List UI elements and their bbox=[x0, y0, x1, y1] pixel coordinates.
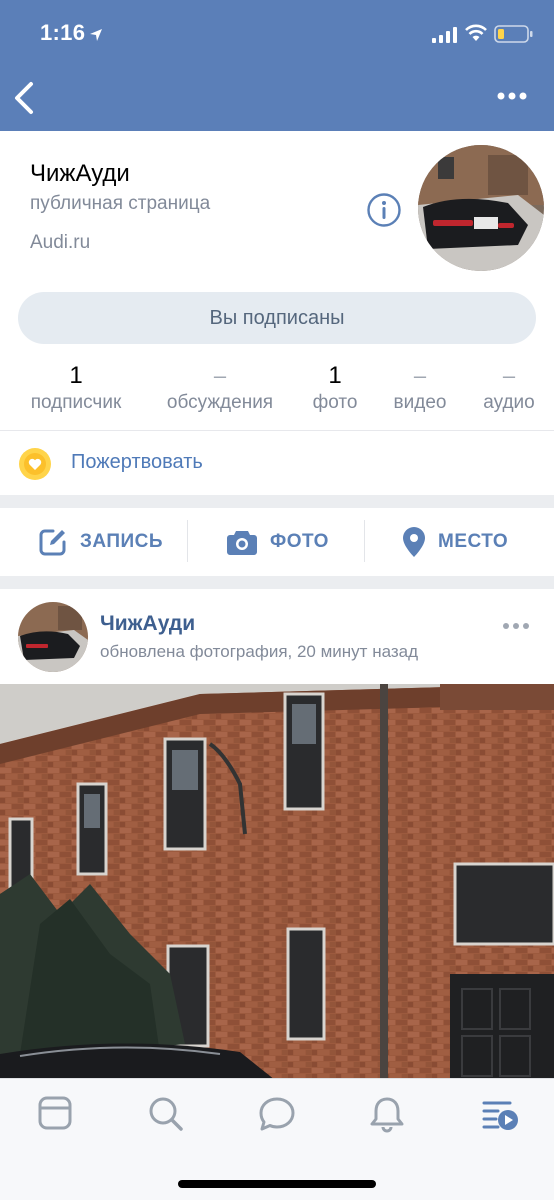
group-type: публичная страница bbox=[30, 193, 211, 214]
signal-icon bbox=[432, 27, 457, 43]
camera-icon bbox=[227, 531, 257, 555]
back-button[interactable] bbox=[10, 80, 40, 116]
heart-icon[interactable] bbox=[18, 447, 52, 481]
counter-subscribers[interactable]: 1 подписчик bbox=[20, 362, 132, 414]
counter-label: обсуждения bbox=[166, 392, 274, 413]
counter-value: 1 bbox=[328, 362, 342, 389]
counter-value: 1 bbox=[69, 362, 83, 389]
counter-label: подписчик bbox=[30, 392, 122, 413]
edit-icon bbox=[39, 529, 66, 556]
donate-link[interactable]: Пожертвовать bbox=[71, 451, 203, 474]
counter-label: видео bbox=[393, 392, 447, 413]
add-photo-button[interactable]: ФОТО bbox=[226, 526, 329, 558]
post-author-name[interactable]: ЧижАуди bbox=[100, 612, 195, 636]
group-avatar[interactable] bbox=[418, 145, 544, 271]
counter-discussions[interactable]: – обсуждения bbox=[156, 362, 284, 414]
top-header: 1:16 bbox=[0, 0, 554, 131]
counter-value: – bbox=[413, 363, 427, 388]
counter-value: – bbox=[213, 363, 227, 388]
news-icon[interactable] bbox=[36, 1094, 76, 1134]
counter-photos[interactable]: 1 фото bbox=[304, 362, 366, 414]
counter-value: – bbox=[502, 363, 516, 388]
battery-icon bbox=[494, 25, 533, 43]
add-place-button[interactable]: МЕСТО bbox=[402, 526, 508, 558]
subscribed-button[interactable]: Вы подписаны bbox=[18, 292, 536, 344]
add-place-label: МЕСТО bbox=[438, 531, 509, 552]
feed-video-icon[interactable] bbox=[480, 1094, 520, 1134]
home-indicator bbox=[178, 1180, 376, 1188]
location-pin-icon bbox=[403, 527, 425, 557]
counter-label: аудио bbox=[483, 392, 535, 413]
info-icon[interactable] bbox=[366, 192, 402, 228]
status-time: 1:16 bbox=[40, 20, 86, 45]
location-arrow-icon bbox=[90, 29, 102, 41]
counter-videos[interactable]: – видео bbox=[386, 362, 454, 414]
new-post-label: ЗАПИСЬ bbox=[80, 531, 164, 552]
more-options-button[interactable] bbox=[496, 88, 528, 104]
divider bbox=[0, 430, 554, 431]
post-more-icon[interactable] bbox=[502, 620, 530, 632]
post-meta: обновлена фотография, 20 минут назад bbox=[100, 642, 419, 661]
notifications-icon[interactable] bbox=[367, 1094, 407, 1134]
wifi-icon bbox=[465, 24, 487, 41]
search-icon[interactable] bbox=[146, 1094, 186, 1134]
separator bbox=[187, 520, 188, 562]
counter-label: фото bbox=[312, 392, 358, 413]
post-author-avatar[interactable] bbox=[18, 602, 88, 672]
separator bbox=[364, 520, 365, 562]
new-post-button[interactable]: ЗАПИСЬ bbox=[38, 526, 163, 558]
post-photo[interactable] bbox=[0, 684, 554, 1084]
messages-icon[interactable] bbox=[257, 1094, 297, 1134]
group-site-link[interactable]: Audi.ru bbox=[30, 232, 90, 254]
counter-audio[interactable]: – аудио bbox=[476, 362, 542, 414]
group-name: ЧижАуди bbox=[30, 160, 130, 187]
add-photo-label: ФОТО bbox=[270, 531, 329, 552]
